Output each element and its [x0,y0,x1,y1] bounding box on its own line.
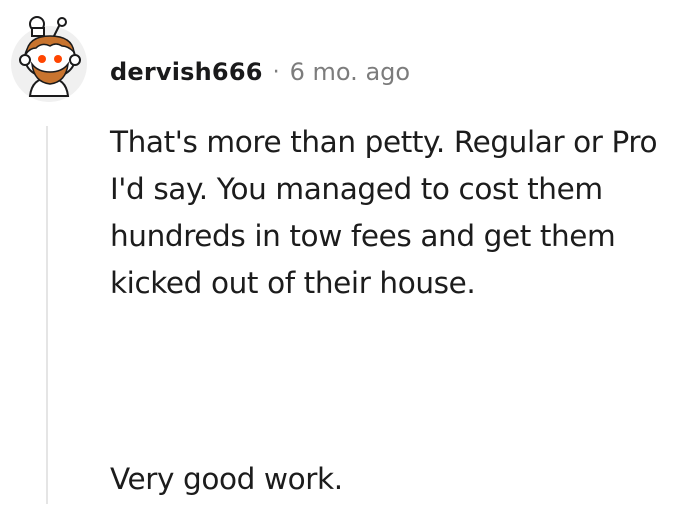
comment-meta: dervish666 · 6 mo. ago [110,52,410,92]
meta-separator: · [272,59,280,85]
comment-body: That's more than petty. Regular or Pro I… [110,119,695,307]
thread-collapse-line[interactable] [46,126,48,504]
snoo-avatar-icon [11,16,87,102]
author-username[interactable]: dervish666 [110,58,263,86]
avatar[interactable] [10,12,88,104]
comment: dervish666 · 6 mo. ago That's more than … [0,0,700,506]
comment-paragraph-closing: Very good work. [110,462,343,496]
comment-timestamp[interactable]: 6 mo. ago [290,58,410,86]
comment-paragraph: That's more than petty. Regular or Pro I… [110,125,658,300]
